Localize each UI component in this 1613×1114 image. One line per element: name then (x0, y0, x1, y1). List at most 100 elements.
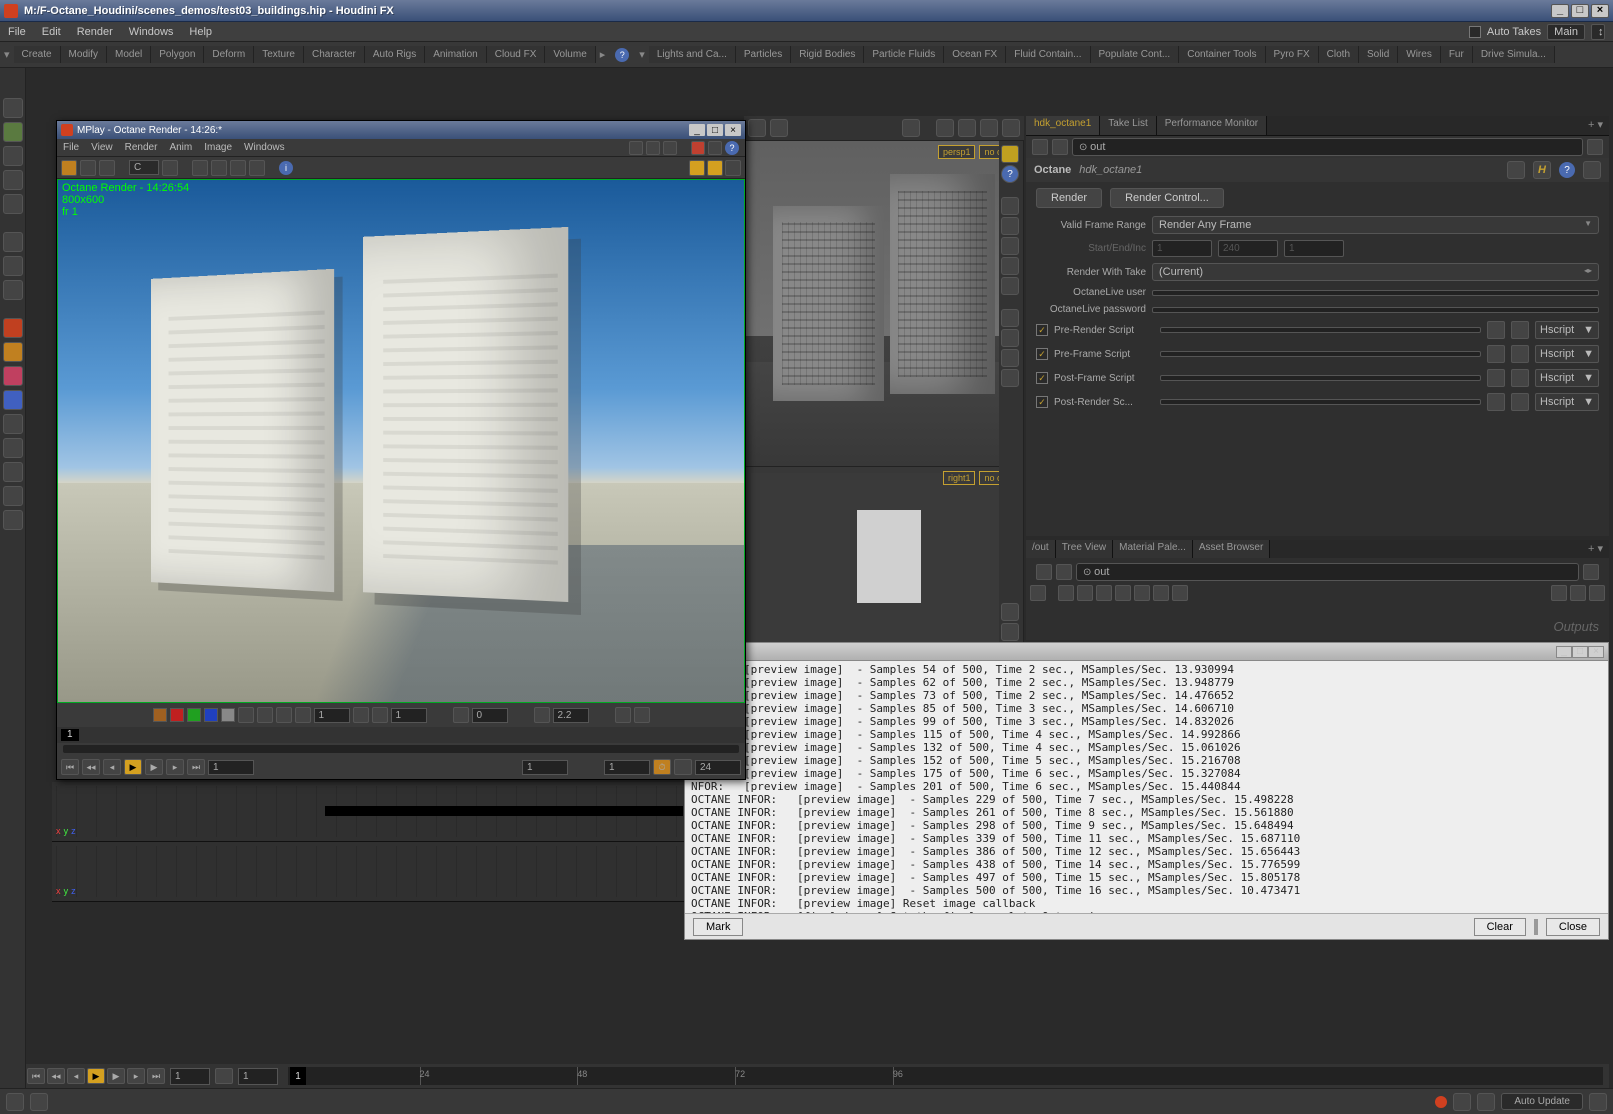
mplay-head-btn3[interactable] (663, 141, 677, 155)
net-path-field[interactable]: ⊙ out (1076, 563, 1579, 581)
channel-red-icon[interactable] (170, 708, 184, 722)
maximize-button[interactable]: □ (1571, 4, 1589, 18)
console-titlebar[interactable]: nsole _□× (685, 643, 1608, 661)
vp-camera-label[interactable]: right1 (943, 471, 976, 485)
script-lang-select[interactable]: Hscript▼ (1535, 345, 1599, 363)
render-button[interactable]: Render (1036, 188, 1102, 208)
mplay-menu-windows[interactable]: Windows (244, 142, 285, 153)
script-lang-select[interactable]: Hscript▼ (1535, 369, 1599, 387)
tool-misc2[interactable] (3, 438, 23, 458)
post-frame-script-input[interactable] (1160, 375, 1481, 381)
tool-rotate[interactable] (3, 170, 23, 190)
mplay-help-icon[interactable]: ? (725, 141, 739, 155)
post-render-checkbox[interactable]: ✓ (1036, 396, 1048, 408)
tool-view[interactable] (3, 98, 23, 118)
mplay-gamma-icon[interactable] (534, 707, 550, 723)
shelf-tab[interactable]: Auto Rigs (365, 46, 425, 63)
tool-misc5[interactable] (3, 510, 23, 530)
mplay-head-btn1[interactable] (629, 141, 643, 155)
nav-fwd-icon[interactable] (1052, 139, 1068, 155)
tl-ruler[interactable]: 1 24 48 72 96 (288, 1067, 1603, 1085)
channel-all-icon[interactable] (153, 708, 167, 722)
mplay-next-frame-icon[interactable]: ▸ (166, 759, 184, 775)
tool-orange-icon[interactable] (3, 342, 23, 362)
vp-shading-icon[interactable] (936, 119, 954, 137)
mplay-first-frame-icon[interactable]: ⏮ (61, 759, 79, 775)
pre-render-checkbox[interactable]: ✓ (1036, 324, 1048, 336)
nav-pin-icon[interactable] (1583, 564, 1599, 580)
mplay-home-icon[interactable] (230, 160, 246, 176)
mplay-zoom-out-icon[interactable] (211, 160, 227, 176)
mplay-tb-dropdown-icon[interactable] (162, 160, 178, 176)
mplay-lt-btn[interactable] (295, 707, 311, 723)
mplay-component-field[interactable]: C (129, 160, 159, 175)
tool-select[interactable] (3, 122, 23, 142)
shelf-tab[interactable]: Particle Fluids (864, 46, 944, 63)
tl-play-icon[interactable]: ▶ (87, 1068, 105, 1084)
tool-misc[interactable] (3, 414, 23, 434)
mplay-start-frame[interactable]: 1 (208, 760, 254, 775)
mplay-menu-anim[interactable]: Anim (169, 142, 192, 153)
mplay-tb-btn[interactable] (80, 160, 96, 176)
mplay-end-frame[interactable]: 1 (604, 760, 650, 775)
vp-tb-btn[interactable] (770, 119, 788, 137)
vp-layout-icon[interactable] (1002, 119, 1020, 137)
inc-frame-input[interactable]: 1 (1284, 240, 1344, 257)
close-button[interactable]: × (1591, 4, 1609, 18)
file-browse-icon[interactable] (1511, 369, 1529, 387)
shelf-tab[interactable]: Container Tools (1179, 46, 1265, 63)
net-tab-material[interactable]: Material Pale... (1113, 540, 1193, 558)
add-tab-icon[interactable]: + ▾ (1582, 540, 1609, 558)
mplay-last-frame-icon[interactable]: ⏭ (187, 759, 205, 775)
param-path-field[interactable]: ⊙ out (1072, 138, 1583, 156)
mplay-timeline-slider[interactable] (63, 745, 739, 753)
shelf-tab[interactable]: Texture (254, 46, 304, 63)
status-btn[interactable] (30, 1093, 48, 1111)
perspective-viewport[interactable]: persp1 no cam (745, 141, 1023, 466)
vp-side-btn[interactable] (1001, 349, 1019, 367)
tool-snap[interactable] (3, 232, 23, 252)
mplay-zoom-in-icon[interactable] (192, 160, 208, 176)
param-tab-perf[interactable]: Performance Monitor (1157, 116, 1267, 135)
net-tb-btn[interactable] (1570, 585, 1586, 601)
mplay-contrast-val[interactable]: 1 (391, 708, 427, 723)
net-tb-btn[interactable] (1077, 585, 1093, 601)
channel-green-icon[interactable] (187, 708, 201, 722)
console-maximize[interactable]: □ (1572, 646, 1588, 658)
file-browse-icon[interactable] (1511, 345, 1529, 363)
channel-blue-icon[interactable] (204, 708, 218, 722)
shelf-tab[interactable]: Model (107, 46, 151, 63)
mplay-loop-icon[interactable] (674, 759, 692, 775)
shelf-tab[interactable]: Pyro FX (1266, 46, 1319, 63)
tl-prev-key-icon[interactable]: ◂◂ (47, 1068, 65, 1084)
mplay-close[interactable]: × (725, 124, 741, 136)
net-tab-asset[interactable]: Asset Browser (1193, 540, 1270, 558)
param-node-name[interactable]: hdk_octane1 (1079, 164, 1499, 176)
file-browse-icon[interactable] (1511, 393, 1529, 411)
tl-cur-frame[interactable]: 1 (238, 1068, 278, 1085)
channel-alpha-icon[interactable] (221, 708, 235, 722)
shelf-tab[interactable]: Populate Cont... (1091, 46, 1180, 63)
vp-side-btn[interactable] (1001, 603, 1019, 621)
net-tb-btn[interactable] (1172, 585, 1188, 601)
vp-tb-btn[interactable] (748, 119, 766, 137)
pre-frame-script-input[interactable] (1160, 351, 1481, 357)
help-icon[interactable]: ? (615, 48, 629, 62)
menu-file[interactable]: File (8, 26, 26, 38)
shelf-nav-left-icon[interactable]: ▾ (0, 45, 14, 64)
pre-render-script-input[interactable] (1160, 327, 1481, 333)
render-take-select[interactable]: (Current)◂▸ (1152, 263, 1599, 281)
vp-side-btn[interactable] (1001, 145, 1019, 163)
vp-help-icon[interactable]: ? (1001, 165, 1019, 183)
mplay-fit-icon[interactable] (249, 160, 265, 176)
console-close-button[interactable]: Close (1546, 918, 1600, 936)
shelf-tab[interactable]: Drive Simula... (1473, 46, 1555, 63)
status-btn[interactable] (1453, 1093, 1471, 1111)
mplay-prev-frame-icon[interactable]: ◂ (103, 759, 121, 775)
mplay-play-fwd-icon[interactable]: ▶ (145, 759, 163, 775)
shelf-tab[interactable]: Wires (1398, 46, 1441, 63)
net-tb-btn[interactable] (1030, 585, 1046, 601)
pre-frame-checkbox[interactable]: ✓ (1036, 348, 1048, 360)
start-frame-input[interactable]: 1 (1152, 240, 1212, 257)
mplay-menu-file[interactable]: File (63, 142, 79, 153)
